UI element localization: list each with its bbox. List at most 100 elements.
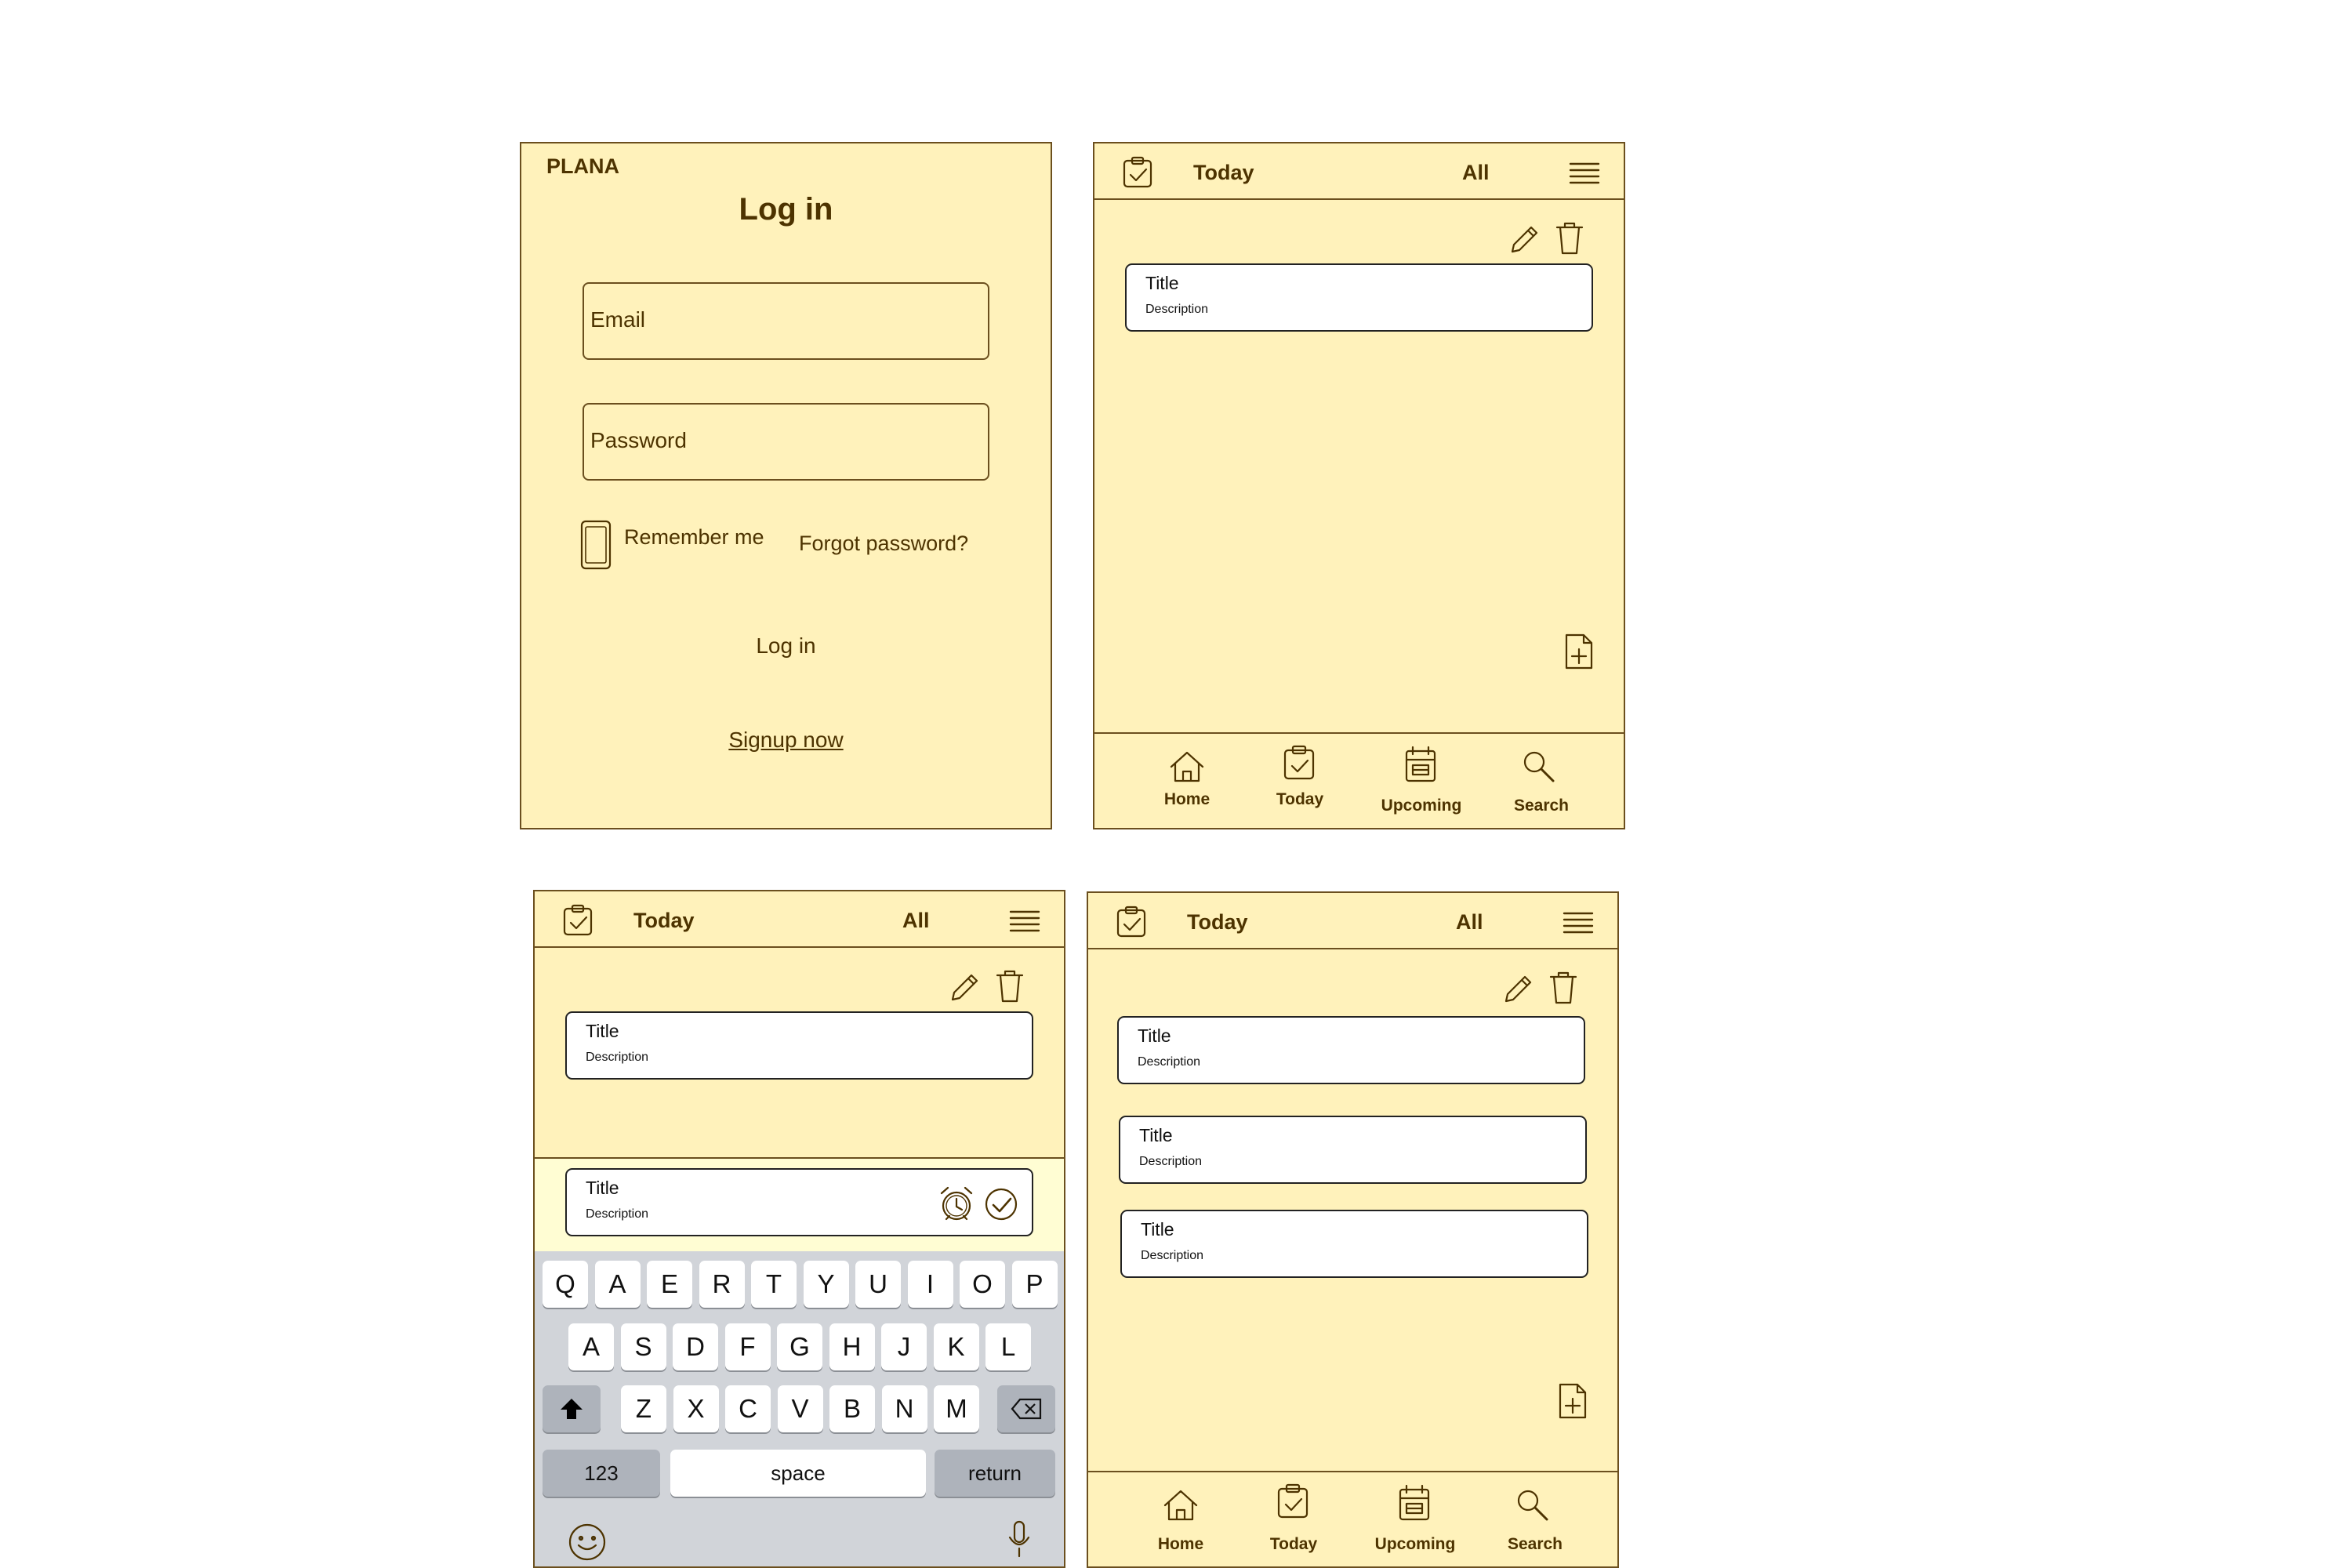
home-icon[interactable]	[1163, 1490, 1198, 1521]
emoji-icon[interactable]	[568, 1523, 607, 1562]
key-row2-2[interactable]: D	[673, 1323, 718, 1370]
task-title: Title	[586, 1021, 619, 1041]
keyboard: QAERTYUIOP ASDFGHJKL ZXCVBNM 123 space r…	[535, 1251, 1064, 1566]
nav-upcoming-label[interactable]: Upcoming	[1367, 797, 1476, 815]
key-row2-3[interactable]: F	[724, 1323, 771, 1370]
key-row2-7[interactable]: K	[933, 1323, 979, 1370]
password-field[interactable]: Password	[583, 403, 989, 481]
add-file-icon[interactable]	[1565, 633, 1593, 670]
numbers-key[interactable]: 123	[543, 1450, 660, 1497]
key-row1-8[interactable]: O	[960, 1261, 1005, 1308]
key-row3-3[interactable]: V	[777, 1385, 823, 1432]
key-row3-4[interactable]: B	[829, 1385, 875, 1432]
key-row1-0[interactable]: Q	[543, 1261, 588, 1308]
signup-link[interactable]: Signup now	[521, 728, 1051, 753]
key-row1-6[interactable]: U	[855, 1261, 901, 1308]
calendar-icon[interactable]	[1399, 1484, 1430, 1521]
nav-search-label[interactable]: Search	[1480, 1535, 1590, 1554]
return-key[interactable]: return	[935, 1450, 1055, 1497]
pencil-icon[interactable]	[950, 974, 978, 1002]
forgot-password-link[interactable]: Forgot password?	[799, 532, 968, 556]
search-icon[interactable]	[1523, 750, 1555, 783]
search-icon[interactable]	[1516, 1489, 1549, 1522]
task-card[interactable]: Title Description	[1120, 1210, 1588, 1278]
key-row2-5[interactable]: H	[829, 1323, 875, 1370]
task-description: Description	[1139, 1155, 1203, 1168]
nav-today-label[interactable]: Today	[1239, 1535, 1348, 1554]
alarm-clock-icon[interactable]	[938, 1186, 975, 1222]
task-description: Description	[1141, 1249, 1204, 1262]
trash-icon[interactable]	[1549, 971, 1577, 1004]
new-task-title: Title	[586, 1178, 619, 1198]
task-card[interactable]: Title Description	[1117, 1016, 1585, 1084]
email-placeholder: Email	[590, 307, 646, 332]
today-clipboard-icon[interactable]	[1283, 745, 1315, 780]
all-filter[interactable]: All	[902, 909, 930, 933]
login-screen: PLANA Log in Email Password Remember me …	[520, 142, 1052, 829]
nav-home-label[interactable]: Home	[1126, 1535, 1236, 1554]
task-description: Description	[586, 1051, 649, 1064]
nav-upcoming-label[interactable]: Upcoming	[1360, 1535, 1470, 1554]
new-task-panel: Title Description	[535, 1157, 1064, 1253]
key-row1-1[interactable]: A	[594, 1261, 641, 1308]
calendar-icon[interactable]	[1405, 746, 1436, 782]
key-row2-6[interactable]: J	[881, 1323, 927, 1370]
password-placeholder: Password	[590, 428, 687, 452]
nav-home-label[interactable]: Home	[1132, 790, 1242, 809]
key-row1-3[interactable]: R	[699, 1261, 745, 1308]
key-row1-5[interactable]: Y	[803, 1261, 849, 1308]
nav-today-label[interactable]: Today	[1245, 790, 1355, 809]
key-row3-2[interactable]: C	[725, 1385, 771, 1432]
key-row2-8[interactable]: L	[985, 1323, 1031, 1370]
add-file-icon[interactable]	[1559, 1383, 1587, 1419]
task-title: Title	[1138, 1025, 1171, 1046]
hamburger-menu-icon[interactable]	[1569, 162, 1600, 184]
task-card[interactable]: Title Description	[565, 1011, 1033, 1080]
trash-icon[interactable]	[1555, 222, 1584, 255]
task-description: Description	[1138, 1055, 1201, 1069]
checkmark-circle-icon[interactable]	[984, 1187, 1018, 1221]
key-row1-7[interactable]: I	[907, 1261, 953, 1308]
pencil-icon[interactable]	[1510, 226, 1538, 254]
key-row2-4[interactable]: G	[777, 1323, 822, 1370]
trash-icon[interactable]	[996, 970, 1024, 1003]
email-field[interactable]: Email	[583, 282, 989, 360]
hamburger-menu-icon[interactable]	[1009, 910, 1040, 932]
clipboard-check-icon[interactable]	[563, 904, 594, 936]
edit-task-screen: Today All Title Description Title Descri…	[533, 890, 1065, 1568]
key-row3-6[interactable]: M	[934, 1385, 979, 1432]
task-description: Description	[1145, 303, 1209, 316]
clipboard-check-icon[interactable]	[1116, 906, 1148, 938]
key-row1-9[interactable]: P	[1011, 1261, 1058, 1308]
login-button[interactable]: Log in	[521, 633, 1051, 659]
backspace-key[interactable]	[997, 1385, 1055, 1432]
shift-key[interactable]	[543, 1385, 601, 1432]
key-row3-5[interactable]: N	[881, 1385, 927, 1432]
today-title[interactable]: Today	[1187, 910, 1248, 935]
today-title[interactable]: Today	[1193, 161, 1254, 185]
task-card[interactable]: Title Description	[1125, 263, 1593, 332]
nav-search-label[interactable]: Search	[1486, 797, 1596, 815]
brand-logo: PLANA	[546, 154, 619, 178]
key-row3-1[interactable]: X	[673, 1385, 719, 1432]
remember-checkbox[interactable]	[580, 520, 612, 570]
key-row2-1[interactable]: S	[620, 1323, 666, 1370]
all-filter[interactable]: All	[1456, 910, 1483, 935]
microphone-icon[interactable]	[1007, 1520, 1031, 1559]
hamburger-menu-icon[interactable]	[1563, 912, 1594, 934]
key-row3-0[interactable]: Z	[621, 1385, 666, 1432]
task-title: Title	[1145, 273, 1179, 293]
clipboard-check-icon[interactable]	[1123, 156, 1154, 188]
bottom-nav: Home Today Upcoming Search	[1094, 732, 1624, 828]
task-card[interactable]: Title Description	[1119, 1116, 1587, 1184]
top-bar: Today All	[1088, 893, 1617, 949]
today-clipboard-icon[interactable]	[1277, 1483, 1308, 1519]
today-title[interactable]: Today	[633, 909, 695, 933]
key-row1-4[interactable]: T	[751, 1261, 797, 1308]
all-filter[interactable]: All	[1462, 161, 1490, 185]
home-icon[interactable]	[1170, 751, 1204, 782]
key-row1-2[interactable]: E	[647, 1261, 692, 1308]
space-key[interactable]: space	[670, 1450, 926, 1497]
pencil-icon[interactable]	[1504, 975, 1532, 1004]
key-row2-0[interactable]: A	[568, 1323, 614, 1370]
